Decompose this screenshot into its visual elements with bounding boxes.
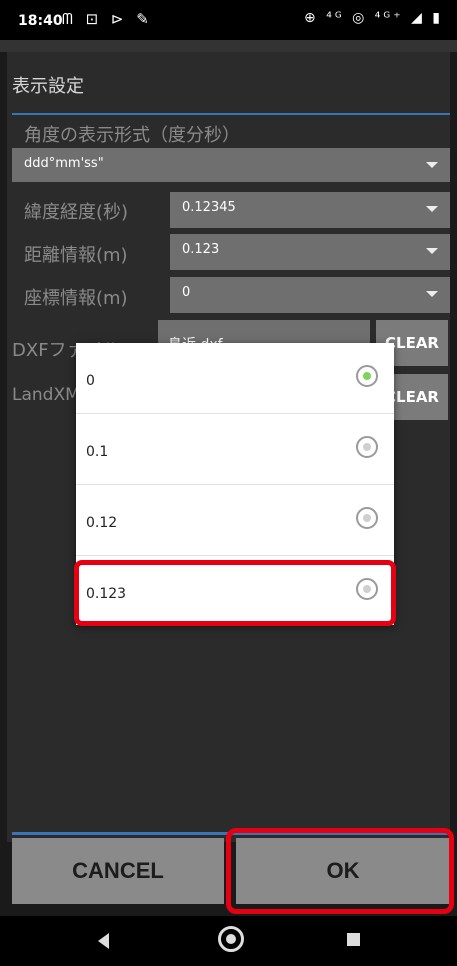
coordinate-label: 座標情報(m) [24,288,128,309]
dialog-title: 表示設定 [12,76,84,97]
radio-unchecked-icon[interactable] [356,436,378,458]
chevron-down-icon [426,291,438,297]
list-item-0-1[interactable]: 0.1 [76,414,394,485]
latlon-spinner[interactable]: 0.12345 [170,192,450,228]
app-top-strip [0,40,457,52]
chevron-down-icon [426,248,438,254]
distance-label: 距離情報(m) [24,245,128,266]
back-icon[interactable] [98,933,109,949]
distance-value: 0.123 [182,242,220,257]
list-item-0-12[interactable]: 0.12 [76,485,394,556]
chevron-down-icon [426,206,438,212]
option-label: 0 [86,373,95,389]
distance-spinner[interactable]: 0.123 [170,234,450,270]
option-highlight-annotation [74,560,396,626]
latlon-label: 緯度経度(秒) [24,202,129,223]
angle-format-value: ddd°mm'ss" [24,156,104,171]
system-status-icons: ⊕ ⁴ᴳ ◎ ⁴ᴳ⁺ ◢ ▮ [304,10,443,26]
coordinate-value: 0 [182,285,191,300]
radio-unchecked-icon[interactable] [356,507,378,529]
home-icon[interactable] [218,926,244,952]
angle-format-spinner[interactable]: ddd°mm'ss" [12,148,450,182]
cancel-button[interactable]: CANCEL [12,838,224,904]
angle-format-label: 角度の表示形式（度分秒） [24,125,240,146]
list-item-0[interactable]: 0 [76,343,394,414]
notification-icons: ᗰ ⊡ ⊳ ✎ [62,10,153,28]
navigation-bar [0,916,457,966]
option-label: 0.12 [86,515,118,531]
coordinate-spinner[interactable]: 0 [170,277,450,313]
cancel-label: CANCEL [72,858,164,883]
title-divider [12,113,450,115]
ok-highlight-annotation [226,828,454,914]
radio-checked-icon[interactable] [356,365,378,387]
option-label: 0.1 [86,444,109,460]
chevron-down-icon [426,162,438,168]
latlon-value: 0.12345 [182,200,236,215]
status-bar: 18:40 ᗰ ⊡ ⊳ ✎ ⊕ ⁴ᴳ ◎ ⁴ᴳ⁺ ◢ ▮ [0,0,457,40]
recent-apps-icon[interactable] [347,933,360,946]
status-time: 18:40 [18,13,63,29]
